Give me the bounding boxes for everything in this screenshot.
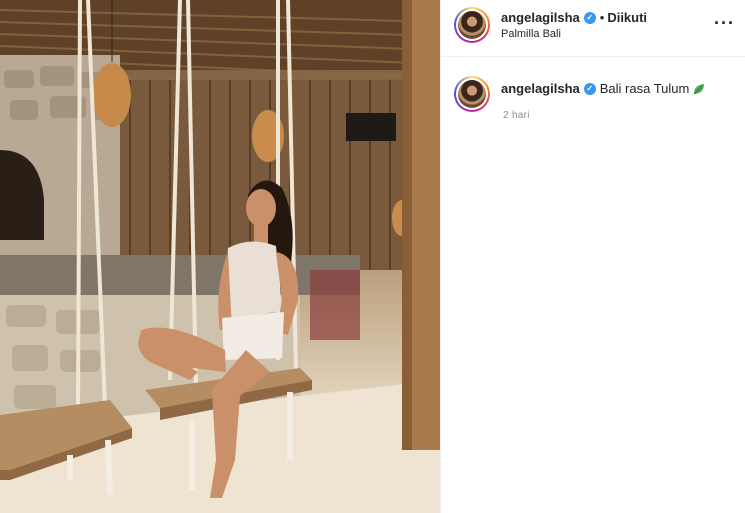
leaf-icon	[693, 83, 705, 94]
author-username[interactable]: angelagilsha	[501, 10, 580, 25]
caption-text: Bali rasa Tulum	[599, 81, 690, 96]
post-photo-illustration	[0, 0, 440, 513]
post-timestamp[interactable]: 2 hari	[503, 110, 530, 118]
follow-status-button[interactable]: Diikuti	[607, 10, 647, 25]
post-location[interactable]: Palmilla Bali	[501, 28, 561, 40]
verified-badge-icon: ✓	[583, 11, 596, 24]
author-avatar[interactable]	[454, 7, 490, 43]
separator-dot: •	[599, 10, 605, 25]
caption-username[interactable]: angelagilsha	[501, 81, 580, 96]
caption-author-avatar[interactable]	[454, 76, 490, 112]
post-header: angelagilsha ✓ • Diikuti Palmilla Bali ·…	[441, 0, 745, 57]
caption: angelagilsha ✓ Bali rasa Tulum	[501, 81, 706, 96]
post-photo[interactable]	[0, 0, 440, 513]
author-line: angelagilsha ✓ • Diikuti	[501, 10, 647, 25]
more-options-icon[interactable]: ···	[714, 14, 735, 32]
post-side-panel: angelagilsha ✓ • Diikuti Palmilla Bali ·…	[440, 0, 745, 513]
caption-verified-badge-icon: ✓	[583, 82, 596, 95]
